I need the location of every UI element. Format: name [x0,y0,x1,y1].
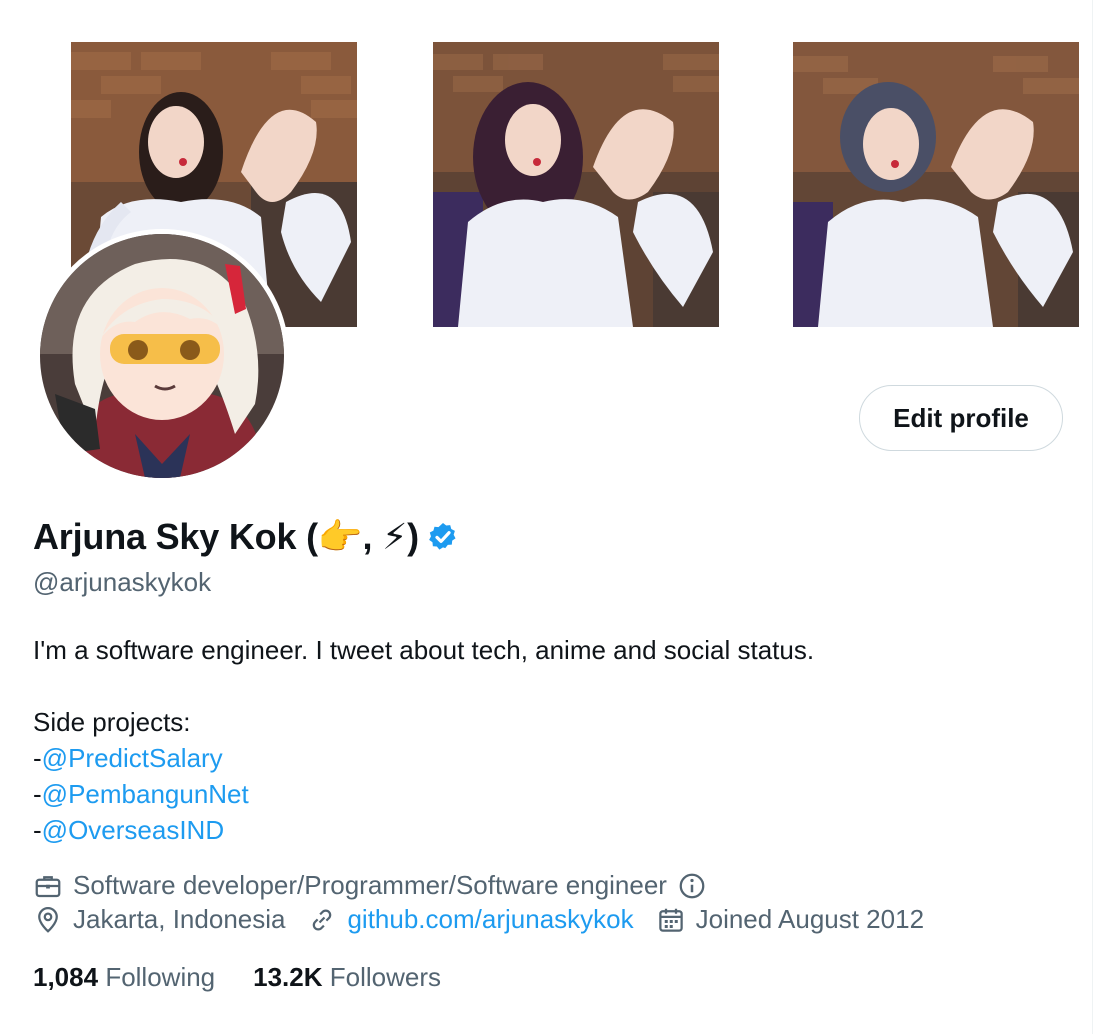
avatar-image [40,234,284,478]
followers-link[interactable]: 13.2K Followers [253,962,441,993]
calendar-icon [658,908,683,932]
bio-dash: - [33,743,42,773]
bio-project-line: -@PredictSalary [33,740,1033,776]
link-icon [313,908,332,931]
website: github.com/arjunaskykok [307,904,634,935]
mention-pembangunnet[interactable]: @PembangunNet [42,779,249,809]
location-text: Jakarta, Indonesia [73,904,286,934]
location: Jakarta, Indonesia [33,904,285,935]
follow-stats: 1,084 Following 13.2K Followers [33,962,441,993]
username-handle: @arjunaskykok [33,567,212,597]
website-link[interactable]: github.com/arjunaskykok [347,904,633,935]
bio-dash: - [33,815,42,845]
following-link[interactable]: 1,084 Following [33,962,215,993]
profile-panel: Edit profile Arjuna Sky Kok (👉, ⚡) @arju… [0,0,1093,1034]
join-date: Joined August 2012 [656,904,924,935]
profile-category-row: Software developer/Programmer/Software e… [33,870,729,901]
header-photo-3[interactable] [793,42,1079,327]
briefcase-icon [35,875,61,897]
display-name: Arjuna Sky Kok (👉, ⚡) [33,516,419,557]
bio-project-line: -@OverseasIND [33,812,1033,848]
display-name-row: Arjuna Sky Kok (👉, ⚡) [33,516,459,558]
header-photo-2-image [433,42,719,327]
mention-predictsalary[interactable]: @PredictSalary [42,743,223,773]
bio-project-line: -@PembangunNet [33,776,1033,812]
following-label: Following [105,962,216,992]
following-count: 1,084 [33,962,99,992]
info-icon[interactable] [677,871,707,901]
location-pin-icon [38,906,58,933]
bio-side-projects-label: Side projects: [33,707,191,737]
bio-text: I'm a software engineer. I tweet about t… [33,635,815,665]
header-photo-2[interactable] [433,42,719,327]
header-photo-3-image [793,42,1079,327]
profile-category: Software developer/Programmer/Software e… [33,870,707,901]
avatar[interactable] [35,229,289,483]
join-date-text: Joined August 2012 [695,904,925,934]
bio-spacer [33,668,1033,704]
followers-label: Followers [329,962,442,992]
bio: I'm a software engineer. I tweet about t… [33,632,1033,848]
profile-meta-row: Jakarta, Indonesia github.com/arjunaskyk… [33,904,946,935]
profile-category-text: Software developer/Programmer/Software e… [73,870,667,900]
followers-count: 13.2K [253,962,323,992]
mention-overseasind[interactable]: @OverseasIND [42,815,224,845]
verified-badge-icon[interactable] [427,521,459,553]
edit-profile-button[interactable]: Edit profile [859,385,1063,451]
bio-dash: - [33,779,42,809]
